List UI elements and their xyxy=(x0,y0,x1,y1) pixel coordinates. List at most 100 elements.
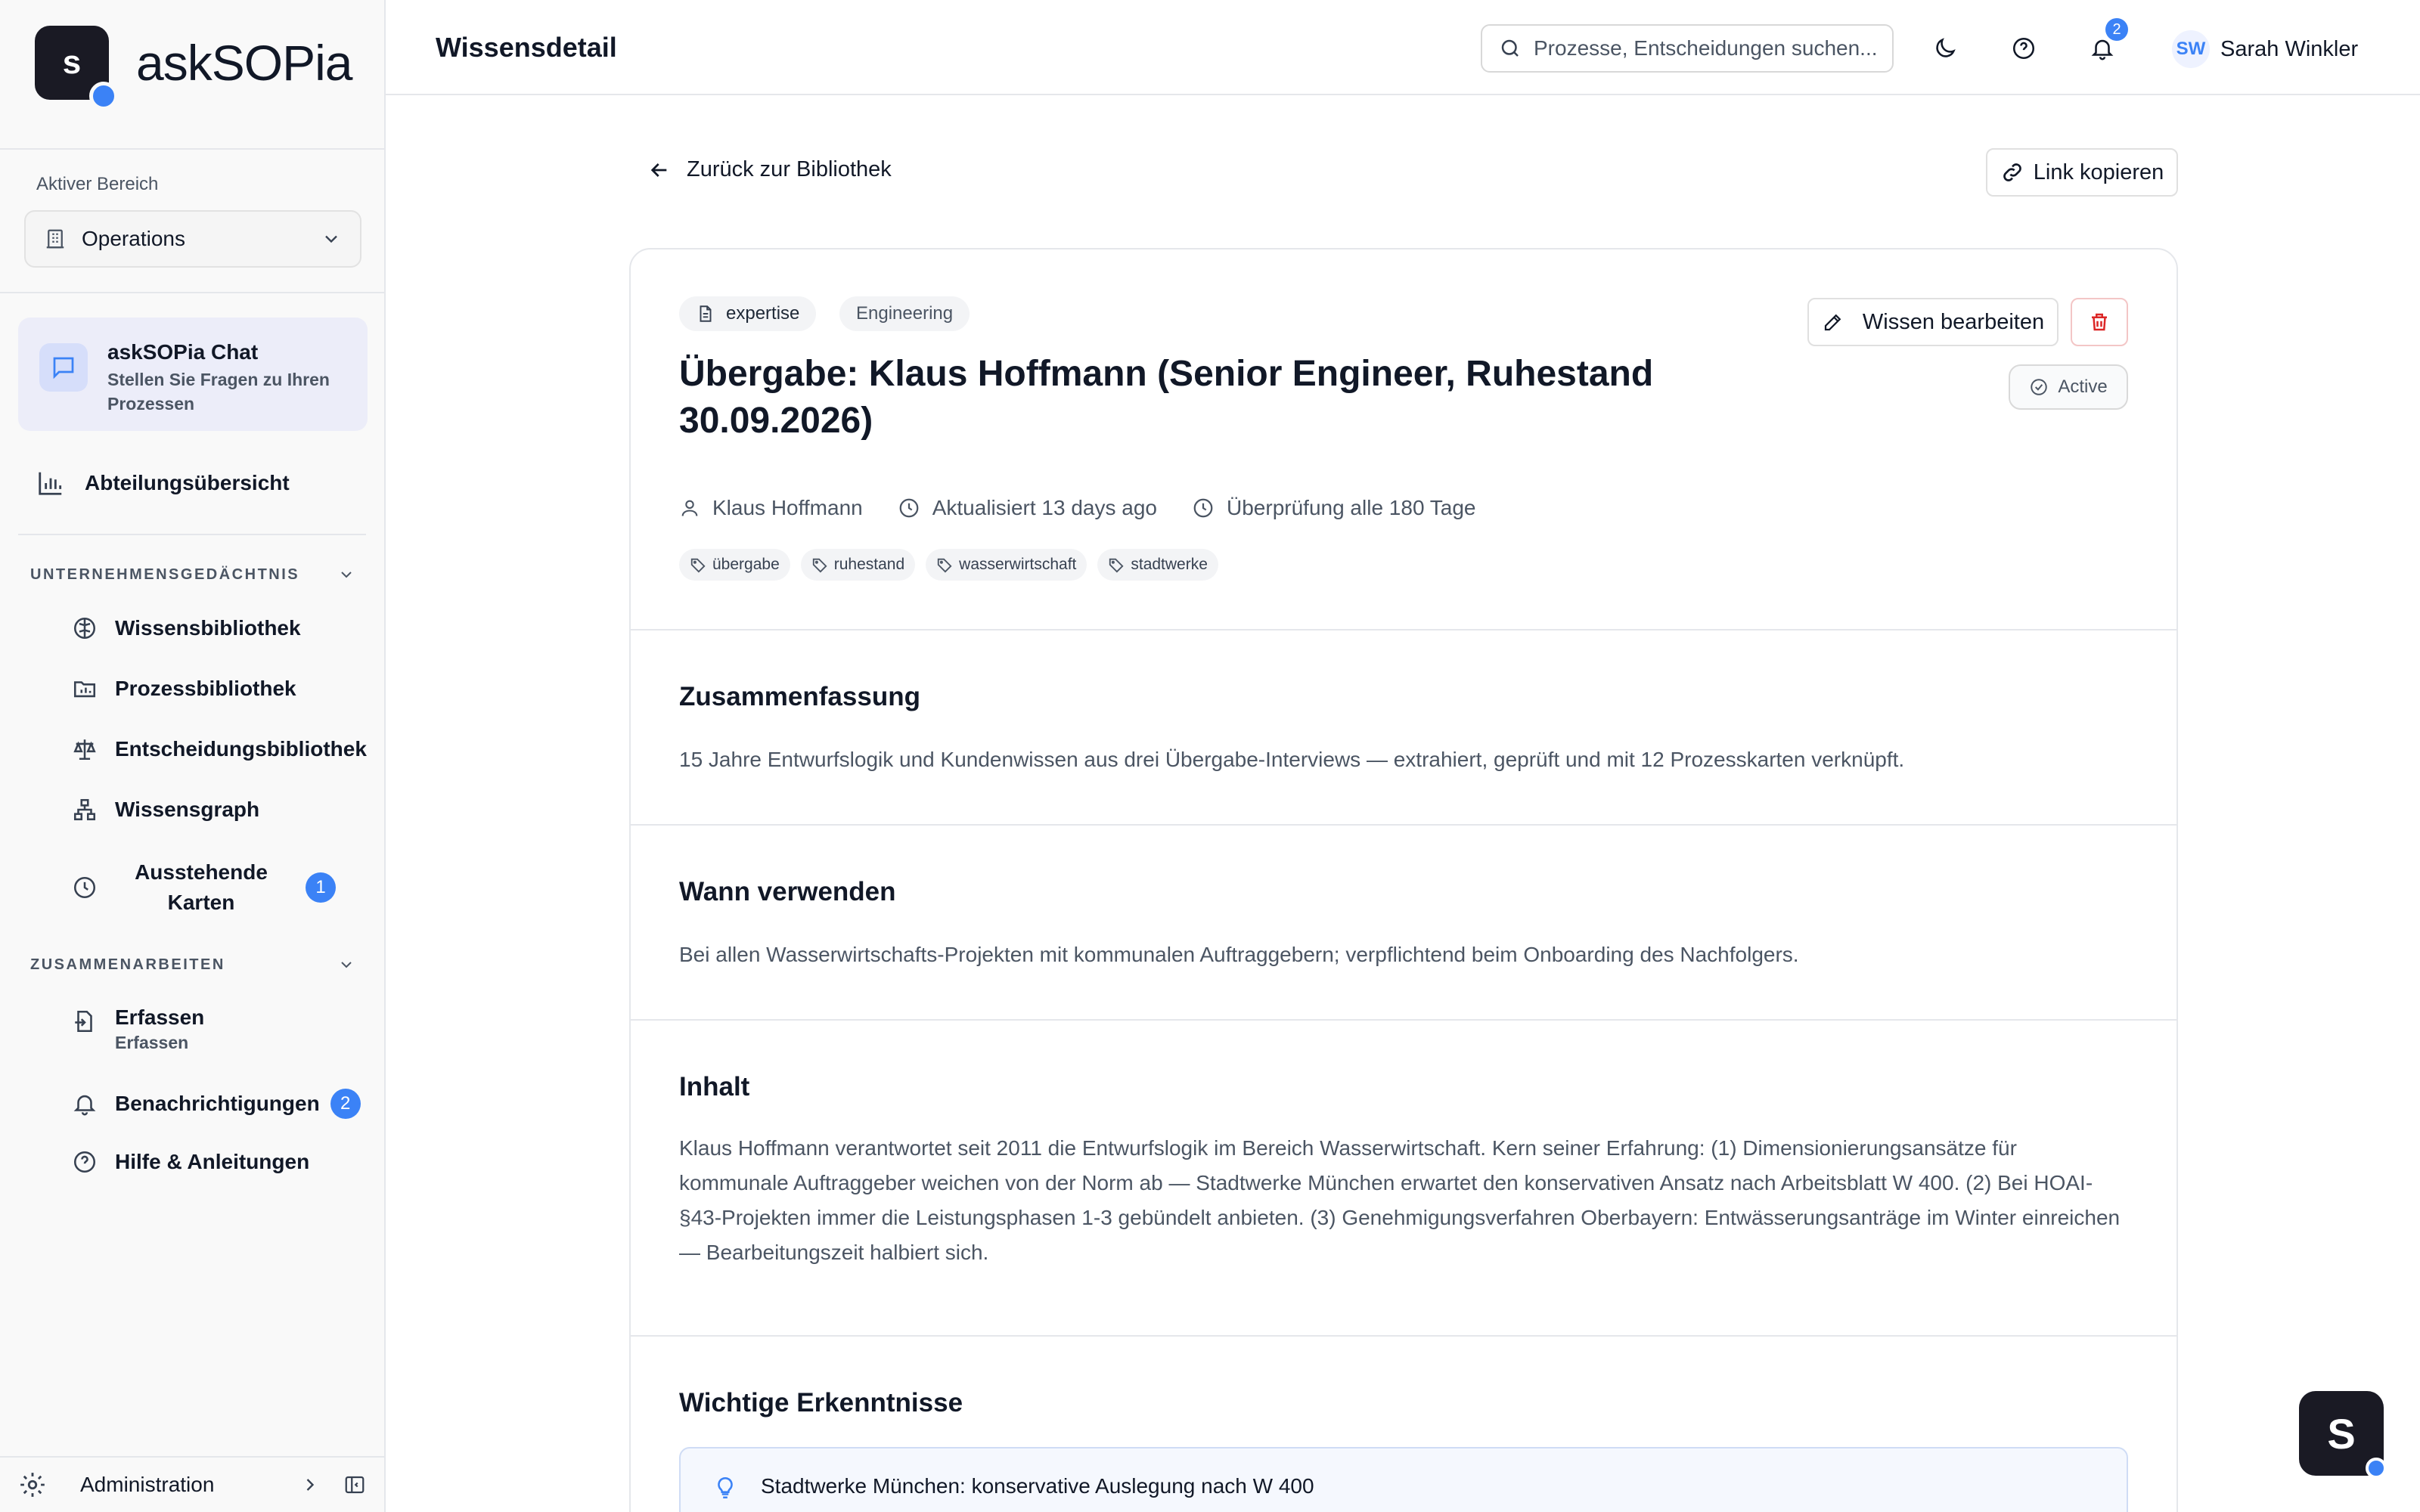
search-field[interactable] xyxy=(1481,24,1894,73)
sidebar-item-help[interactable]: Hilfe & Anleitungen xyxy=(71,1149,374,1175)
notifications-count-badge: 2 xyxy=(330,1089,361,1119)
tag[interactable]: ruhestand xyxy=(800,549,916,581)
meta-updated: Aktualisiert 13 days ago xyxy=(898,496,1157,520)
summary-heading: Zusammenfassung xyxy=(679,682,920,711)
chat-subtitle: Stellen Sie Fragen zu Ihren Prozessen xyxy=(107,370,330,414)
lightbulb-icon xyxy=(712,1474,738,1501)
key-insights-heading: Wichtige Erkenntnisse xyxy=(679,1388,963,1418)
back-to-library-link[interactable]: Zurück zur Bibliothek xyxy=(647,157,892,182)
sidebar-item-capture[interactable]: Erfassen Erfassen xyxy=(71,1005,374,1053)
type-chip: expertise xyxy=(679,296,817,331)
area-select[interactable]: Operations xyxy=(24,210,361,268)
network-icon xyxy=(71,797,98,823)
gear-icon[interactable] xyxy=(18,1470,47,1499)
summary-text: 15 Jahre Entwurfslogik und Kundenwissen … xyxy=(679,748,1905,771)
content-heading: Inhalt xyxy=(679,1072,750,1101)
sidebar-divider xyxy=(0,292,384,293)
sidebar-item-decision-library[interactable]: Entscheidungsbibliothek xyxy=(71,736,374,762)
chevron-down-icon xyxy=(337,956,355,974)
search-input[interactable] xyxy=(1534,36,1876,60)
sidebar-divider xyxy=(18,534,366,535)
when-to-use-text: Bei allen Wasserwirtschafts-Projekten mi… xyxy=(679,943,1799,966)
tag[interactable]: stadtwerke xyxy=(1097,549,1218,581)
knowledge-title: Übergabe: Klaus Hoffmann (Senior Enginee… xyxy=(679,354,1654,441)
section-collab-header[interactable]: ZUSAMMENARBEITEN xyxy=(30,956,355,974)
sidebar: s askSOPia Aktiver Bereich Operations as… xyxy=(0,0,386,1512)
type-chip-label: expertise xyxy=(726,303,800,324)
avatar: SW xyxy=(2172,30,2210,68)
user-menu[interactable]: SW Sarah Winkler xyxy=(2172,30,2358,68)
help-circle-icon xyxy=(71,1149,98,1175)
logo-letter: s xyxy=(62,44,82,81)
sidebar-item-label: Hilfe & Anleitungen xyxy=(115,1150,310,1173)
meta-author-label: Klaus Hoffmann xyxy=(712,496,863,519)
tag[interactable]: übergabe xyxy=(679,549,790,581)
sidebar-item-knowledge-graph[interactable]: Wissensgraph xyxy=(71,797,374,823)
dark-mode-toggle[interactable] xyxy=(1930,33,1960,64)
sidebar-item-label: Wissensbibliothek xyxy=(115,616,301,640)
help-circle-icon xyxy=(2011,36,2037,61)
chevron-right-icon[interactable] xyxy=(299,1474,321,1495)
section-memory-label: UNTERNEHMENSGEDÄCHTNIS xyxy=(30,565,300,583)
copy-link-button[interactable]: Link kopieren xyxy=(1986,148,2178,197)
collapse-sidebar-icon[interactable] xyxy=(343,1473,366,1496)
sidebar-item-process-library[interactable]: Prozessbibliothek xyxy=(71,676,374,702)
sidebar-admin-row: Administration xyxy=(0,1456,384,1512)
logo-mark: s xyxy=(35,26,118,110)
floating-chat-button[interactable]: S xyxy=(2299,1391,2387,1479)
department-chip: Engineering xyxy=(839,296,970,331)
top-bar: Wissensdetail 2 SW Sarah Winkler xyxy=(386,0,2420,95)
chevron-down-icon xyxy=(337,565,355,584)
department-chip-label: Engineering xyxy=(856,303,954,324)
meta-updated-label: Aktualisiert 13 days ago xyxy=(932,496,1157,519)
section-memory-header[interactable]: UNTERNEHMENSGEDÄCHTNIS xyxy=(30,565,355,584)
help-button[interactable] xyxy=(2009,33,2039,64)
area-label: Aktiver Bereich xyxy=(36,174,159,194)
tag-label: übergabe xyxy=(712,556,780,573)
sidebar-item-label: Ausstehende Karten xyxy=(135,860,268,914)
bar-chart-icon xyxy=(36,469,65,497)
sidebar-item-sublabel: Erfassen xyxy=(115,1033,189,1052)
content-text: Klaus Hoffmann verantwortet seit 2011 di… xyxy=(679,1136,2121,1264)
status-label: Active xyxy=(2058,376,2108,397)
notification-badge: 2 xyxy=(2105,18,2128,41)
delete-button[interactable] xyxy=(2071,298,2128,346)
edit-knowledge-button[interactable]: Wissen bearbeiten xyxy=(1807,298,2059,346)
page-title: Wissensdetail xyxy=(436,32,617,63)
tag[interactable]: wasserwirtschaft xyxy=(926,549,1087,581)
meta-review-label: Überprüfung alle 180 Tage xyxy=(1227,496,1476,519)
section-divider xyxy=(631,824,2176,826)
insight-text: Stadtwerke München: konservative Auslegu… xyxy=(761,1474,1314,1498)
admin-link[interactable]: Administration xyxy=(80,1473,299,1497)
user-name: Sarah Winkler xyxy=(2220,36,2359,61)
tag-list: übergabe ruhestand wasserwirtschaft stad… xyxy=(679,549,1229,581)
section-divider xyxy=(631,1335,2176,1337)
knowledge-card: expertise Engineering Übergabe: Klaus Ho… xyxy=(629,248,2178,1512)
tag-label: wasserwirtschaft xyxy=(959,556,1077,573)
chat-card[interactable]: askSOPia Chat Stellen Sie Fragen zu Ihre… xyxy=(18,318,368,431)
chat-icon xyxy=(39,343,88,392)
clock-icon xyxy=(1192,497,1215,519)
chat-title: askSOPia Chat xyxy=(107,340,259,364)
search-icon xyxy=(1499,37,1522,60)
sidebar-item-pending-cards[interactable]: Ausstehende Karten 1 xyxy=(71,857,351,918)
file-import-icon xyxy=(71,1009,98,1034)
notifications-button[interactable]: 2 xyxy=(2087,18,2128,64)
brain-icon xyxy=(71,615,98,641)
sidebar-item-knowledge-library[interactable]: Wissensbibliothek xyxy=(71,615,374,641)
sidebar-item-label: Benachrichtigungen xyxy=(115,1092,320,1115)
clock-icon xyxy=(71,875,98,900)
arrow-left-icon xyxy=(647,158,672,182)
copy-link-label: Link kopieren xyxy=(2033,160,2164,184)
nav-item-label: Abteilungsübersicht xyxy=(85,471,290,494)
nav-item-overview[interactable]: Abteilungsübersicht xyxy=(36,469,290,497)
user-icon xyxy=(679,497,700,519)
app-logo[interactable]: s askSOPia xyxy=(35,26,352,110)
meta-author: Klaus Hoffmann xyxy=(679,496,863,520)
sidebar-item-notifications[interactable]: Benachrichtigungen 2 xyxy=(71,1089,374,1119)
logo-text: askSOPia xyxy=(136,35,352,91)
section-collab-label: ZUSAMMENARBEITEN xyxy=(30,956,225,973)
clock-icon xyxy=(898,497,920,519)
tag-icon xyxy=(1108,556,1125,573)
back-link-label: Zurück zur Bibliothek xyxy=(687,157,892,181)
